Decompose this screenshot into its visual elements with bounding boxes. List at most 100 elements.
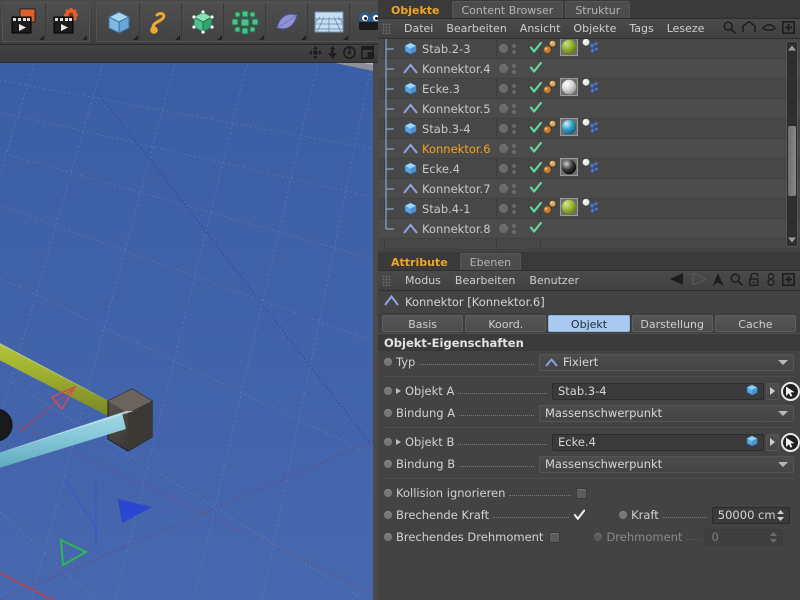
objekt-b-field[interactable]: Ecke.4: [552, 433, 764, 451]
menu-modus[interactable]: Modus: [405, 274, 441, 287]
bindung-b-dropdown[interactable]: Massenschwerpunkt: [539, 455, 794, 473]
panel-grip[interactable]: [382, 23, 391, 34]
material-tag-icon[interactable]: [560, 118, 578, 139]
visibility-dots[interactable]: [499, 163, 516, 174]
object-row-konnektor-8[interactable]: Konnektor.8: [378, 218, 800, 239]
kraft-input[interactable]: 50000 cm: [711, 506, 790, 524]
menu-tags[interactable]: Tags: [629, 22, 653, 35]
move-view-icon[interactable]: [309, 45, 322, 62]
connector-tag-icon[interactable]: [581, 78, 599, 99]
object-row-stab-2-3[interactable]: Stab.2-3: [378, 39, 800, 59]
redo-view-button[interactable]: [46, 3, 88, 41]
eye-icon[interactable]: [761, 22, 777, 35]
plus-box-icon[interactable]: [782, 272, 795, 289]
enabled-check-icon[interactable]: [529, 121, 543, 136]
tab-ebenen[interactable]: Ebenen: [459, 253, 522, 270]
objekt-a-field[interactable]: Stab.3-4: [552, 382, 764, 400]
visibility-dots[interactable]: [499, 103, 516, 114]
subtab-darstellung[interactable]: Darstellung: [631, 314, 713, 332]
connector-tag-icon[interactable]: [581, 39, 599, 59]
enabled-check-icon[interactable]: [529, 101, 543, 116]
object-list-scrollbar[interactable]: [786, 41, 798, 247]
bindung-a-dropdown[interactable]: Massenschwerpunkt: [539, 404, 794, 422]
animate-dot[interactable]: [384, 438, 392, 446]
objekt-a-expand-button[interactable]: [766, 382, 779, 400]
animate-dot[interactable]: [384, 511, 392, 519]
menu-bearbeiten[interactable]: Bearbeiten: [446, 22, 506, 35]
3d-viewport[interactable]: [0, 45, 373, 600]
enabled-check-icon[interactable]: [529, 81, 543, 96]
tab-content-browser[interactable]: Content Browser: [451, 1, 564, 18]
visibility-dots[interactable]: [499, 63, 516, 74]
panel-grip[interactable]: [382, 275, 391, 286]
forward-arrow-icon[interactable]: [691, 272, 708, 288]
editor-visibility-dot[interactable]: [499, 164, 508, 173]
objekt-b-expand-button[interactable]: [766, 433, 779, 451]
material-tag-icon[interactable]: [560, 158, 578, 179]
render-visibility-dots[interactable]: [512, 183, 516, 194]
enabled-check-icon[interactable]: [529, 141, 543, 156]
deformer-button[interactable]: [266, 3, 308, 41]
array-button[interactable]: [224, 3, 266, 41]
material-tag-icon[interactable]: [560, 78, 578, 99]
plus-box-icon[interactable]: [782, 20, 795, 37]
object-row-stab-3-4[interactable]: Stab.3-4: [378, 118, 800, 139]
menu-objekte[interactable]: Objekte: [573, 22, 616, 35]
render-visibility-dots[interactable]: [512, 143, 516, 154]
dynamics-tag-icon[interactable]: [543, 80, 557, 97]
subtab-basis[interactable]: Basis: [382, 314, 464, 332]
object-row-konnektor-5[interactable]: Konnektor.5: [378, 98, 800, 119]
connector-tag-icon[interactable]: [581, 118, 599, 139]
rotate-view-icon[interactable]: [343, 45, 356, 62]
render-visibility-dots[interactable]: [512, 223, 516, 234]
enabled-check-icon[interactable]: [529, 161, 543, 176]
material-tag-icon[interactable]: [560, 198, 578, 219]
expand-triangle-icon[interactable]: [396, 388, 401, 394]
render-visibility-dots[interactable]: [512, 43, 516, 54]
animate-dot[interactable]: [384, 533, 392, 541]
object-row-konnektor-7[interactable]: Konnektor.7: [378, 178, 800, 199]
enabled-check-icon[interactable]: [529, 221, 543, 236]
render-visibility-dots[interactable]: [512, 83, 516, 94]
menu-datei[interactable]: Datei: [404, 22, 433, 35]
visibility-dots[interactable]: [499, 143, 516, 154]
connector-tag-icon[interactable]: [581, 198, 599, 219]
pan-view-icon[interactable]: [327, 45, 338, 62]
home-icon[interactable]: [742, 20, 756, 36]
menu-leseze[interactable]: Leseze: [667, 22, 705, 35]
back-arrow-icon[interactable]: [670, 273, 685, 288]
typ-dropdown[interactable]: Fixiert: [539, 353, 794, 371]
object-row-stab-4-1[interactable]: Stab.4-1: [378, 198, 800, 219]
editor-visibility-dot[interactable]: [499, 44, 508, 53]
search-icon[interactable]: [730, 272, 744, 289]
object-row-konnektor-4[interactable]: Konnektor.4: [378, 58, 800, 79]
render-visibility-dots[interactable]: [512, 203, 516, 214]
enabled-check-icon[interactable]: [529, 201, 543, 216]
dynamics-tag-icon[interactable]: [543, 40, 557, 57]
up-arrow-icon[interactable]: [712, 272, 724, 289]
enabled-check-icon[interactable]: [529, 61, 543, 76]
visibility-dots[interactable]: [499, 223, 516, 234]
object-row-konnektor-6[interactable]: Konnektor.6: [378, 138, 800, 159]
render-visibility-dots[interactable]: [512, 103, 516, 114]
editor-visibility-dot[interactable]: [499, 124, 508, 133]
editor-visibility-dot[interactable]: [499, 204, 508, 213]
animate-dot[interactable]: [384, 460, 392, 468]
spline-button[interactable]: [140, 3, 182, 41]
search-icon[interactable]: [723, 20, 737, 37]
brechendes-drehmoment-checkbox[interactable]: [549, 531, 561, 543]
enabled-check-icon[interactable]: [529, 181, 543, 196]
tab-struktur[interactable]: Struktur: [565, 1, 631, 18]
visibility-dots[interactable]: [499, 123, 516, 134]
scroll-down-arrow[interactable]: [787, 234, 797, 246]
subtab-objekt[interactable]: Objekt: [548, 314, 630, 332]
nurbs-button[interactable]: [182, 3, 224, 41]
visibility-dots[interactable]: [499, 43, 516, 54]
animate-dot[interactable]: [384, 358, 392, 366]
dynamics-tag-icon[interactable]: [543, 200, 557, 217]
animate-dot[interactable]: [384, 489, 392, 497]
link-icon[interactable]: [766, 272, 776, 289]
material-tag-icon[interactable]: [560, 39, 578, 59]
editor-visibility-dot[interactable]: [499, 144, 508, 153]
dynamics-tag-icon[interactable]: [543, 120, 557, 137]
